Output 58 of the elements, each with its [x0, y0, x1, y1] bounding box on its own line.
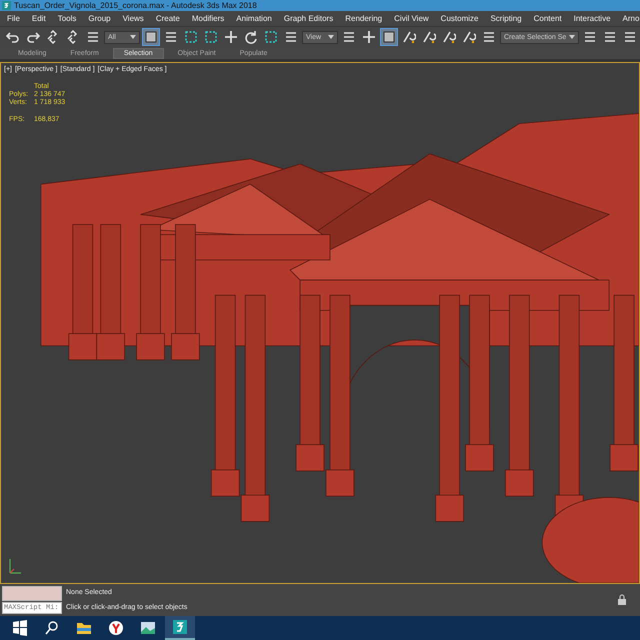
toolbar-button[interactable]	[142, 28, 160, 46]
tool-icon	[362, 30, 376, 44]
menu-item[interactable]: Create	[156, 14, 180, 23]
folder-icon	[76, 620, 92, 636]
tool-icon	[603, 30, 618, 44]
menu-item[interactable]: Scripting	[490, 14, 522, 23]
search-icon	[44, 620, 60, 636]
menu-item[interactable]: Interactive	[574, 14, 611, 23]
menu-item[interactable]: Content	[534, 14, 562, 23]
menu-item[interactable]: Views	[122, 14, 144, 23]
selection-lock-icon[interactable]	[616, 594, 628, 606]
tool-icon	[462, 30, 476, 44]
window-title: Tuscan_Order_Vignola_2015_corona.max - Autodesk 3ds Max 2018	[14, 1, 257, 10]
redo-icon	[26, 30, 40, 44]
tool-icon	[284, 30, 298, 44]
menu-item[interactable]: Group	[88, 14, 111, 23]
tool-icon	[86, 30, 100, 44]
tool-icon	[623, 30, 638, 44]
tool-icon	[144, 30, 158, 44]
menu-item[interactable]: Customize	[440, 14, 478, 23]
menu-item[interactable]: Tools	[58, 14, 76, 23]
tool-icon	[164, 30, 178, 44]
caret-icon	[130, 35, 136, 39]
tool-icon	[442, 30, 456, 44]
windows-logo-icon	[12, 620, 28, 636]
toolbar-button[interactable]	[222, 28, 240, 46]
taskbar-app-button[interactable]	[165, 616, 195, 640]
caret-icon	[328, 35, 334, 39]
menu-item[interactable]: Arno	[622, 14, 640, 23]
link-icon	[46, 30, 60, 44]
menu-item[interactable]: Rendering	[345, 14, 382, 23]
app-logo-icon	[172, 619, 188, 635]
tool-icon	[204, 30, 218, 44]
tool-icon	[402, 30, 416, 44]
menu-item[interactable]: Modifiers	[192, 14, 224, 23]
menu-item[interactable]: Civil View	[394, 14, 429, 23]
tool-icon	[66, 30, 80, 44]
menu-item[interactable]: Graph Editors	[284, 14, 334, 23]
tool-icon	[583, 30, 598, 44]
browser-icon	[108, 620, 124, 636]
tool-icon	[382, 30, 396, 44]
menu-item[interactable]: Animation	[236, 14, 272, 23]
tool-icon	[482, 30, 496, 44]
menu-item[interactable]: Edit	[32, 14, 46, 23]
undo-icon	[6, 30, 20, 44]
rotate-icon	[244, 30, 258, 44]
toolbar-button[interactable]	[380, 28, 398, 46]
maxscript-listener-field[interactable]	[2, 586, 62, 601]
tool-icon	[184, 30, 198, 44]
picture-icon	[140, 620, 156, 636]
menu-item[interactable]: File	[7, 14, 20, 23]
tool-icon	[342, 30, 356, 44]
tool-icon	[422, 30, 436, 44]
move-icon	[224, 30, 238, 44]
toolbar-button[interactable]	[360, 28, 378, 46]
caret-icon	[569, 35, 576, 39]
tool-icon	[264, 30, 278, 44]
app-logo-icon	[2, 1, 11, 10]
